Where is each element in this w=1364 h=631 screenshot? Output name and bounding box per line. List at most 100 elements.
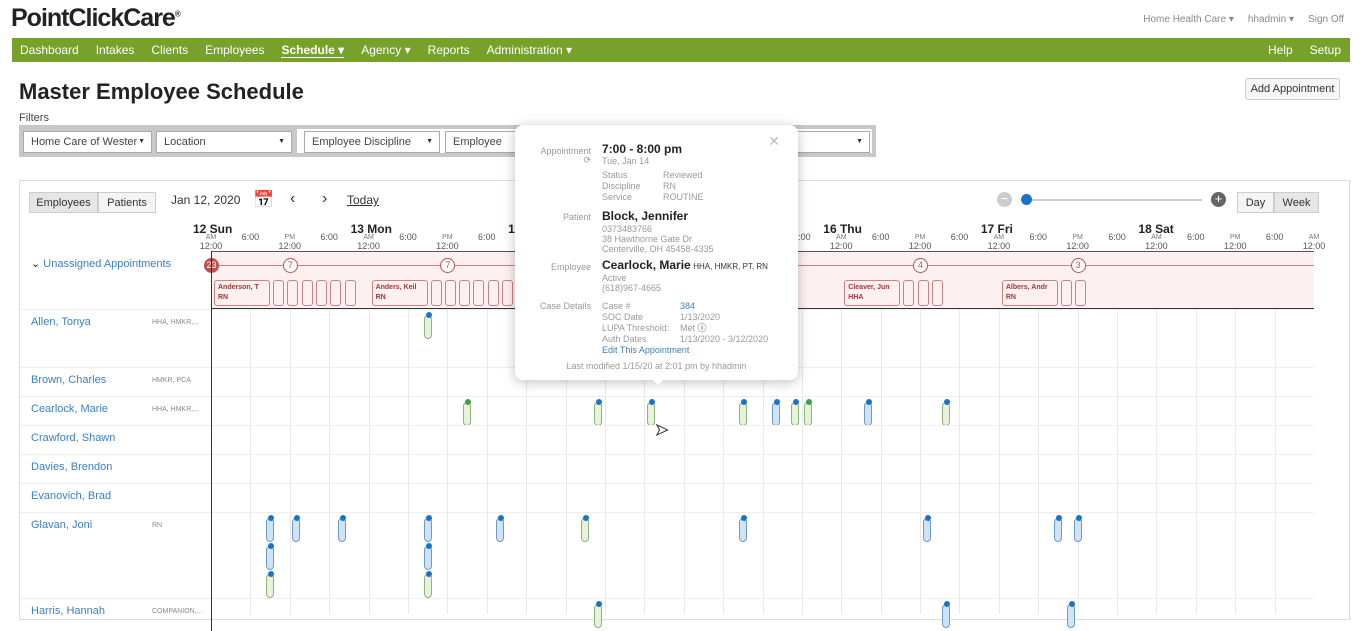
unassigned-card-collapsed[interactable]: [1075, 280, 1087, 306]
location-select[interactable]: Location: [156, 131, 292, 153]
unassigned-card[interactable]: Albers, Andr RN: [1001, 280, 1058, 306]
patients-view-button[interactable]: Patients: [98, 192, 156, 213]
employee-name-link[interactable]: Cearlock, Marie: [31, 403, 108, 415]
unassigned-card-collapsed[interactable]: [1060, 280, 1072, 306]
zoom-slider-handle[interactable]: [1021, 194, 1032, 205]
nav-setup[interactable]: Setup: [1310, 43, 1341, 57]
appointment-block[interactable]: [594, 601, 603, 628]
appointment-block[interactable]: [738, 515, 747, 542]
appointment-block[interactable]: [594, 399, 603, 426]
appointment-block[interactable]: [495, 515, 504, 542]
appointment-block[interactable]: [738, 399, 747, 426]
employee-name-link[interactable]: Brown, Charles: [31, 374, 106, 386]
employee-name-link[interactable]: Harris, Hannah: [31, 605, 105, 617]
user-menu[interactable]: hhadmin ▾: [1248, 14, 1294, 25]
appointment-block[interactable]: [423, 515, 432, 542]
unassigned-count[interactable]: 3: [1070, 258, 1086, 273]
employee-name-link[interactable]: Glavan, Joni: [31, 519, 92, 531]
unassigned-card[interactable]: Cleaver, Jun HHA: [844, 280, 901, 306]
unassigned-card-collapsed[interactable]: [430, 280, 442, 306]
prev-week-button[interactable]: ‹: [290, 190, 295, 208]
nav-clients[interactable]: Clients: [151, 43, 188, 57]
appointment-block[interactable]: [423, 571, 432, 598]
appointment-block[interactable]: [266, 543, 275, 570]
edit-appointment-link[interactable]: Edit This Appointment: [602, 345, 689, 355]
nav-dashboard[interactable]: Dashboard: [20, 43, 79, 57]
logo[interactable]: PointClickCare®: [11, 4, 181, 33]
appointment-block[interactable]: [922, 515, 931, 542]
case-number-link[interactable]: 384: [680, 301, 695, 311]
appointment-block[interactable]: [292, 515, 301, 542]
appointment-block[interactable]: [646, 399, 655, 426]
unassigned-count[interactable]: 7: [282, 258, 298, 273]
today-link[interactable]: Today: [347, 193, 379, 207]
close-icon[interactable]: ✕: [768, 133, 780, 150]
nav-schedule[interactable]: Schedule ▾: [281, 43, 345, 58]
nav-employees[interactable]: Employees: [205, 43, 264, 57]
unassigned-card-collapsed[interactable]: [931, 280, 943, 306]
unassigned-card-collapsed[interactable]: [473, 280, 485, 306]
appointment-block[interactable]: [423, 312, 432, 339]
unassigned-card[interactable]: Anderson, T RN: [214, 280, 270, 306]
sign-off-link[interactable]: Sign Off: [1308, 14, 1344, 25]
zoom-out-icon[interactable]: −: [997, 192, 1012, 207]
zoom-slider[interactable]: [1022, 199, 1202, 201]
appointment-block[interactable]: [266, 571, 275, 598]
unassigned-card-collapsed[interactable]: [330, 280, 342, 306]
nav-reports[interactable]: Reports: [428, 43, 470, 57]
unassigned-card-collapsed[interactable]: [502, 280, 514, 306]
unassigned-card-collapsed[interactable]: [444, 280, 456, 306]
appointment-block[interactable]: [791, 399, 800, 426]
card-name: Albers, Andr: [1005, 284, 1048, 291]
employees-view-button[interactable]: Employees: [29, 192, 98, 213]
nav-agency[interactable]: Agency ▾: [361, 43, 410, 57]
appointment-block[interactable]: [1067, 601, 1076, 628]
appointment-block[interactable]: [863, 399, 872, 426]
next-week-button[interactable]: ›: [322, 190, 327, 208]
unassigned-card-collapsed[interactable]: [301, 280, 313, 306]
week-view-button[interactable]: Week: [1274, 192, 1319, 213]
employee-name-link[interactable]: Evanovich, Brad: [31, 490, 111, 502]
unassigned-count[interactable]: 23: [204, 258, 219, 273]
appointment-block[interactable]: [338, 515, 347, 542]
employee-name-link[interactable]: Allen, Tonya: [31, 316, 91, 328]
zoom-in-icon[interactable]: +: [1211, 192, 1226, 207]
appointment-block[interactable]: [266, 515, 275, 542]
unassigned-card-collapsed[interactable]: [487, 280, 499, 306]
unassigned-card-collapsed[interactable]: [344, 280, 356, 306]
card-discipline: RN: [218, 294, 229, 301]
agency-select[interactable]: Home Care of Wester: [23, 131, 152, 153]
employee-name-link[interactable]: Davies, Brendon: [31, 461, 112, 473]
appointment-block[interactable]: [463, 399, 472, 426]
unassigned-card-collapsed[interactable]: [459, 280, 471, 306]
appointment-block[interactable]: [581, 515, 590, 542]
unassigned-card-collapsed[interactable]: [917, 280, 929, 306]
appointment-block[interactable]: [423, 543, 432, 570]
appointment-block[interactable]: [1073, 515, 1082, 542]
appointment-block[interactable]: [942, 399, 951, 426]
appointment-block[interactable]: [771, 399, 780, 426]
unassigned-card-collapsed[interactable]: [903, 280, 915, 306]
appointment-block[interactable]: [942, 601, 951, 628]
appointment-block[interactable]: [804, 399, 813, 426]
appointment-block[interactable]: [1053, 515, 1062, 542]
unassigned-toggle[interactable]: ⌄ Unassigned Appointments: [31, 257, 171, 270]
info-icon[interactable]: ⓘ: [698, 323, 707, 333]
chevron-down-icon: ⌄: [31, 258, 44, 270]
nav-intakes[interactable]: Intakes: [96, 43, 135, 57]
unassigned-count[interactable]: 4: [913, 258, 929, 273]
unassigned-card[interactable]: Anders, Keil RN: [371, 280, 428, 306]
nav-administration[interactable]: Administration ▾: [487, 43, 572, 57]
day-view-button[interactable]: Day: [1237, 192, 1274, 213]
employee-name-link[interactable]: Crawford, Shawn: [31, 432, 115, 444]
calendar-icon[interactable]: 📅: [253, 190, 274, 210]
agency-menu[interactable]: Home Health Care ▾: [1143, 14, 1234, 25]
unassigned-card-collapsed[interactable]: [273, 280, 284, 306]
add-appointment-button[interactable]: Add Appointment: [1245, 78, 1340, 100]
appointment-date: Tue, Jan 14: [602, 156, 650, 166]
unassigned-card-collapsed[interactable]: [287, 280, 299, 306]
nav-help[interactable]: Help: [1268, 43, 1293, 57]
unassigned-card-collapsed[interactable]: [315, 280, 327, 306]
discipline-select[interactable]: Employee Discipline: [304, 131, 440, 153]
status-label: Status: [602, 170, 628, 180]
